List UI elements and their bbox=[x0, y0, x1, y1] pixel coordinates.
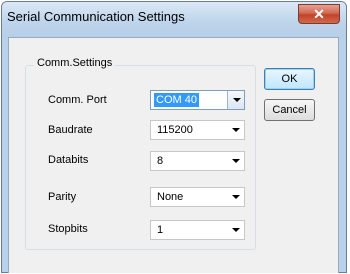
databits-select[interactable]: 8 bbox=[150, 151, 245, 171]
chevron-down-icon bbox=[232, 195, 240, 199]
stopbits-select[interactable]: 1 bbox=[150, 220, 245, 240]
window-title: Serial Communication Settings bbox=[7, 9, 185, 24]
databits-value: 8 bbox=[157, 155, 164, 167]
parity-label: Parity bbox=[48, 191, 77, 203]
chevron-down-icon bbox=[233, 98, 241, 102]
stopbits-value: 1 bbox=[157, 224, 164, 236]
ok-button[interactable]: OK bbox=[264, 68, 315, 90]
baudrate-value: 115200 bbox=[157, 124, 193, 136]
chevron-down-icon bbox=[232, 159, 240, 163]
baudrate-label: Baudrate bbox=[48, 124, 93, 136]
comm-port-value: COM 40 bbox=[154, 93, 199, 107]
title-bar[interactable]: Serial Communication Settings ✕ bbox=[2, 2, 346, 38]
close-icon: ✕ bbox=[313, 6, 325, 22]
chevron-down-icon bbox=[232, 228, 240, 232]
parity-select[interactable]: None bbox=[150, 187, 245, 207]
close-button[interactable]: ✕ bbox=[298, 4, 340, 24]
chevron-down-icon bbox=[232, 128, 240, 132]
comm-port-dropdown-button[interactable] bbox=[227, 91, 244, 109]
group-label: Comm.Settings bbox=[34, 57, 116, 69]
stopbits-label: Stopbits bbox=[48, 223, 88, 235]
baudrate-select[interactable]: 115200 bbox=[150, 120, 245, 140]
comm-port-label: Comm. Port bbox=[48, 94, 107, 106]
cancel-button[interactable]: Cancel bbox=[264, 99, 315, 121]
comm-port-select[interactable]: COM 40 bbox=[150, 90, 245, 110]
databits-label: Databits bbox=[48, 154, 89, 166]
parity-value: None bbox=[157, 191, 184, 203]
